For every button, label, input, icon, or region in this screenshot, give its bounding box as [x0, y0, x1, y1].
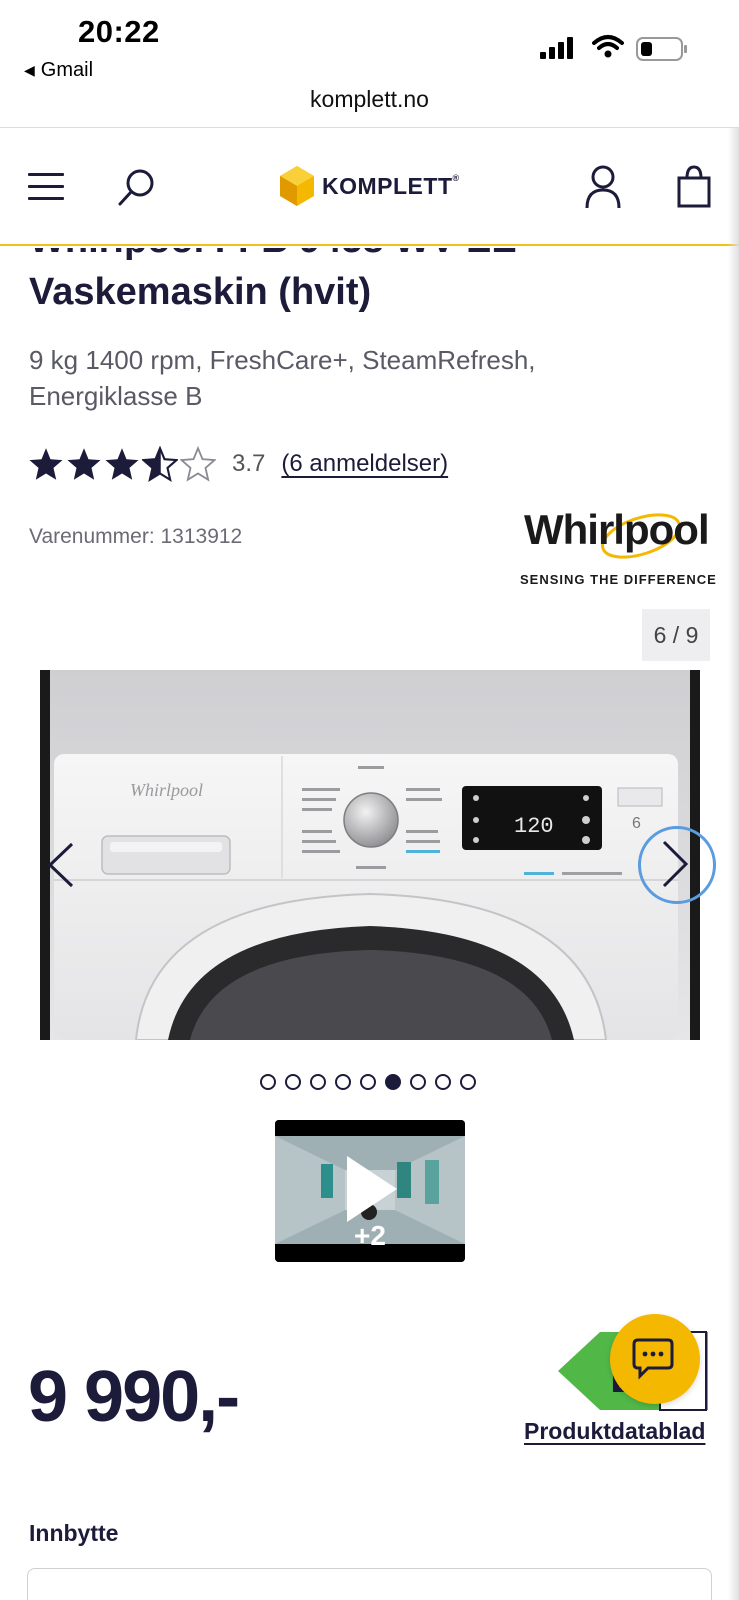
chat-bubbles-icon: [632, 1338, 674, 1380]
hamburger-menu-icon[interactable]: [28, 173, 64, 201]
page-edge-shadow: [728, 128, 739, 1600]
brand-logo-tagline: SENSING THE DIFFERENCE: [520, 572, 717, 587]
gallery-next-arrow-icon[interactable]: [660, 838, 692, 890]
site-header: KOMPLETT®: [0, 128, 739, 246]
gallery-dot[interactable]: [360, 1074, 376, 1090]
chat-button[interactable]: [610, 1314, 700, 1404]
status-time: 20:22: [78, 14, 160, 49]
brand-logo[interactable]: Whirlpool SENSING THE DIFFERENCE: [518, 506, 717, 590]
star-full-icon: [105, 448, 139, 480]
product-datasheet-link[interactable]: Produktdatablad: [524, 1418, 705, 1445]
gallery-pagination: [260, 1074, 476, 1090]
brand-logo-name: Whirlpool: [524, 506, 710, 553]
back-to-app-link[interactable]: ◀ Gmail: [24, 59, 93, 82]
star-half-icon: [142, 446, 178, 482]
gallery-dot[interactable]: [260, 1074, 276, 1090]
star-full-icon: [29, 448, 63, 480]
reviews-link[interactable]: (6 anmeldelser): [281, 450, 448, 478]
star-empty-icon: [180, 446, 216, 482]
gallery-prev-arrow-icon[interactable]: [44, 840, 76, 890]
status-bar: 20:22 ◀ Gmail: [0, 0, 739, 88]
rating-stars: [28, 446, 216, 482]
shopping-bag-icon[interactable]: [676, 164, 712, 210]
user-account-icon[interactable]: [584, 164, 622, 210]
cellular-signal-icon: [540, 37, 573, 59]
product-price: 9 990,-: [28, 1357, 240, 1437]
komplett-logo-mark-icon: [280, 166, 314, 206]
gallery-dot[interactable]: [460, 1074, 476, 1090]
battery-icon: [636, 37, 687, 61]
gallery-dot-active[interactable]: [385, 1074, 401, 1090]
wifi-icon: [592, 35, 624, 58]
back-app-label: Gmail: [40, 59, 94, 81]
back-triangle-icon: ◀: [24, 62, 35, 78]
komplett-logo-text: KOMPLETT®: [322, 172, 460, 199]
product-image: Whirlpool 120 6: [40, 670, 700, 1040]
svg-text:6: 6: [632, 815, 641, 832]
rating-value: 3.7: [232, 450, 266, 477]
product-title-line-2: Vaskemaskin (hvit): [29, 271, 372, 313]
product-subtitle: 9 kg 1400 rpm, FreshCare+, SteamRefresh,…: [29, 345, 536, 411]
video-thumbnail[interactable]: +2: [275, 1120, 465, 1262]
tradein-label: Innbytte: [29, 1520, 119, 1546]
display-readout: 120: [514, 814, 554, 839]
address-bar-url[interactable]: komplett.no: [0, 86, 739, 113]
tradein-select[interactable]: [27, 1568, 712, 1600]
gallery-dot[interactable]: [335, 1074, 351, 1090]
gallery-dot[interactable]: [310, 1074, 326, 1090]
komplett-logo[interactable]: KOMPLETT®: [280, 164, 460, 208]
gallery-dot[interactable]: [435, 1074, 451, 1090]
search-icon[interactable]: [116, 166, 158, 208]
gallery-dot[interactable]: [285, 1074, 301, 1090]
product-sku: Varenummer: 1313912: [29, 525, 243, 548]
gallery-dot[interactable]: [410, 1074, 426, 1090]
product-image-gallery[interactable]: Whirlpool 120 6: [40, 670, 700, 1040]
svg-text:Whirlpool: Whirlpool: [130, 780, 203, 800]
product-rating: 3.7 (6 anmeldelser): [28, 446, 448, 482]
gallery-counter: 6 / 9: [642, 609, 710, 661]
more-media-count: +2: [354, 1220, 386, 1251]
star-full-icon: [67, 448, 101, 480]
